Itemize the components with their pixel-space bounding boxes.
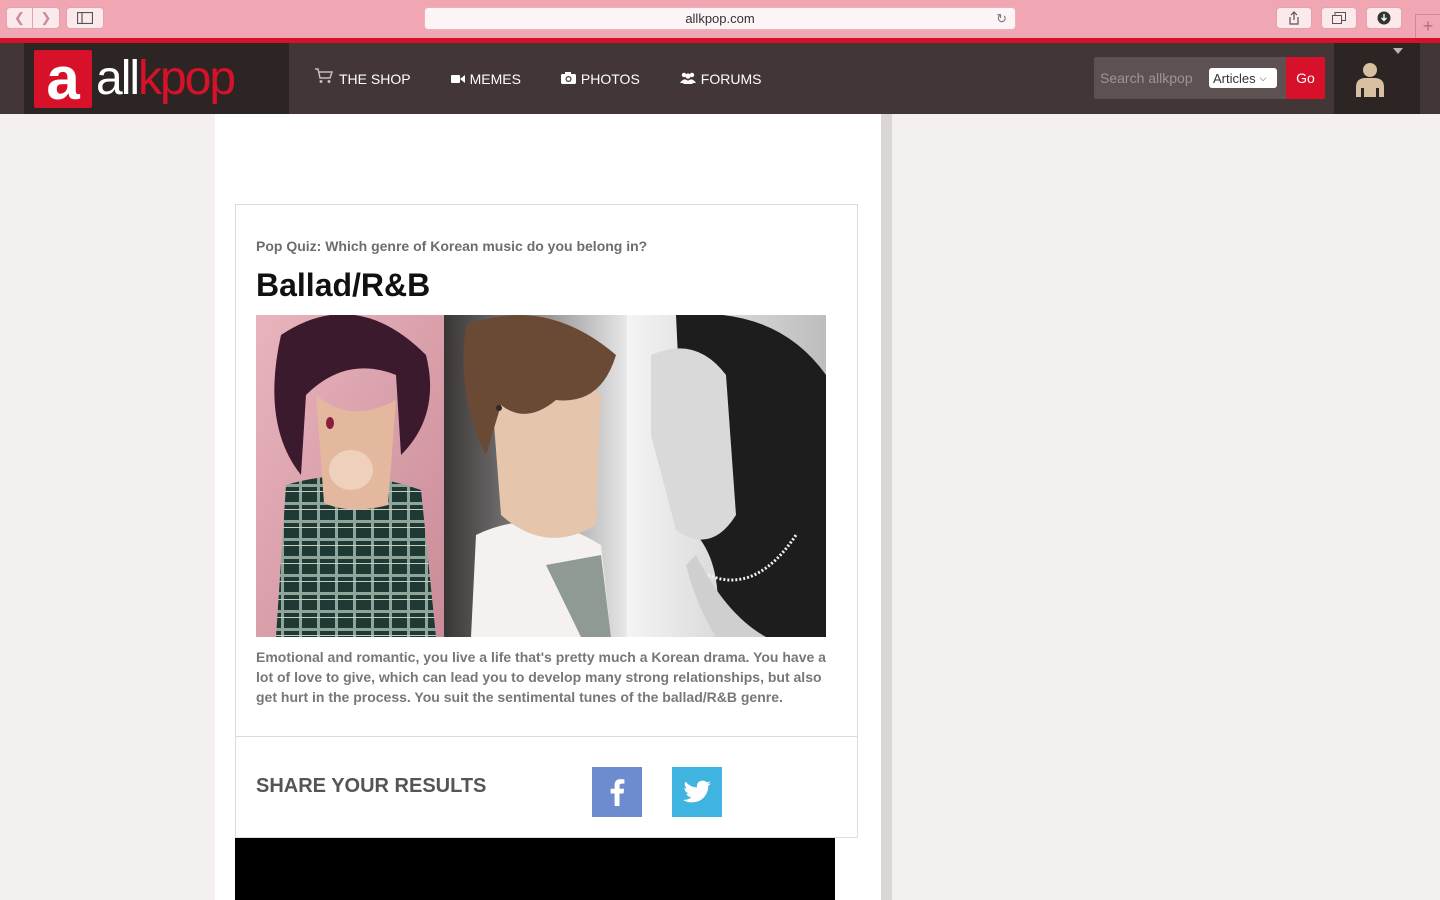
sidebar-toggle-button[interactable] bbox=[66, 7, 104, 29]
result-title: Ballad/R&B bbox=[256, 267, 431, 303]
nav-item-photos[interactable]: PHOTOS bbox=[560, 70, 640, 87]
back-icon: ❮ bbox=[14, 10, 25, 25]
url-text: allkpop.com bbox=[685, 11, 755, 26]
address-bar[interactable]: allkpop.com ↻ bbox=[424, 7, 1016, 30]
users-icon bbox=[679, 71, 696, 87]
nav-label: PHOTOS bbox=[580, 70, 640, 87]
nav-label: FORUMS bbox=[700, 70, 762, 87]
nav-item-memes[interactable]: MEMES bbox=[450, 70, 521, 87]
tabs-icon bbox=[1332, 12, 1346, 24]
caret-down-icon bbox=[1393, 48, 1403, 54]
nav-label: THE SHOP bbox=[339, 70, 411, 87]
forward-icon: ❯ bbox=[40, 10, 52, 25]
tabs-overview-button[interactable] bbox=[1321, 7, 1357, 29]
site-header: a allkpop THE SHOP MEMES PHOTOS FORUMS S… bbox=[0, 43, 1440, 114]
facebook-icon bbox=[610, 779, 625, 806]
share-icon bbox=[1289, 11, 1299, 25]
logo-badge: a bbox=[34, 48, 92, 108]
downloads-button[interactable] bbox=[1366, 7, 1402, 29]
video-camera-icon bbox=[450, 71, 465, 87]
facebook-share-button[interactable] bbox=[592, 767, 642, 817]
search-box: Articles ⌵ Go bbox=[1094, 57, 1325, 99]
reload-icon[interactable]: ↻ bbox=[996, 11, 1007, 27]
search-go-button[interactable]: Go bbox=[1286, 57, 1325, 99]
new-tab-icon: + bbox=[1422, 16, 1434, 36]
quiz-result-card: Pop Quiz: Which genre of Korean music do… bbox=[235, 204, 858, 838]
nav-label: MEMES bbox=[469, 70, 521, 87]
chevron-down-icon: ⌵ bbox=[1259, 72, 1267, 83]
download-icon bbox=[1377, 11, 1391, 25]
new-tab-button[interactable]: + bbox=[1415, 14, 1440, 38]
cart-icon bbox=[314, 68, 334, 89]
search-scope-value: Articles bbox=[1213, 70, 1256, 86]
search-input[interactable] bbox=[1094, 57, 1204, 99]
twitter-share-button[interactable] bbox=[672, 767, 722, 817]
camera-icon bbox=[560, 71, 576, 87]
nav-item-shop[interactable]: THE SHOP bbox=[314, 68, 411, 89]
site-logo[interactable]: a allkpop bbox=[24, 43, 289, 114]
column-gutter bbox=[881, 114, 892, 900]
result-description: Emotional and romantic, you live a life … bbox=[256, 649, 826, 705]
search-scope-select[interactable]: Articles ⌵ bbox=[1209, 68, 1277, 88]
main-nav: THE SHOP MEMES PHOTOS FORUMS bbox=[314, 43, 801, 114]
share-results-label: SHARE YOUR RESULTS bbox=[256, 775, 487, 797]
right-sidebar-area bbox=[892, 114, 1440, 900]
video-player[interactable] bbox=[235, 838, 835, 900]
back-button[interactable]: ❮ bbox=[6, 7, 33, 29]
twitter-icon bbox=[683, 780, 711, 803]
logo-kpop-text: kpop bbox=[138, 52, 236, 105]
browser-toolbar: ❮ ❯ allkpop.com ↻ + bbox=[0, 0, 1440, 38]
logo-all-text: all bbox=[96, 52, 140, 105]
quiz-title: Pop Quiz: Which genre of Korean music do… bbox=[256, 238, 648, 254]
forward-button[interactable]: ❯ bbox=[33, 7, 60, 29]
sidebar-icon bbox=[77, 12, 93, 24]
card-divider bbox=[236, 736, 857, 737]
user-avatar-icon bbox=[1356, 63, 1384, 97]
logo-wordmark: allkpop bbox=[96, 51, 236, 106]
result-image bbox=[256, 315, 826, 637]
user-menu[interactable] bbox=[1334, 43, 1420, 114]
nav-item-forums[interactable]: FORUMS bbox=[679, 70, 762, 87]
share-button[interactable] bbox=[1276, 7, 1312, 29]
